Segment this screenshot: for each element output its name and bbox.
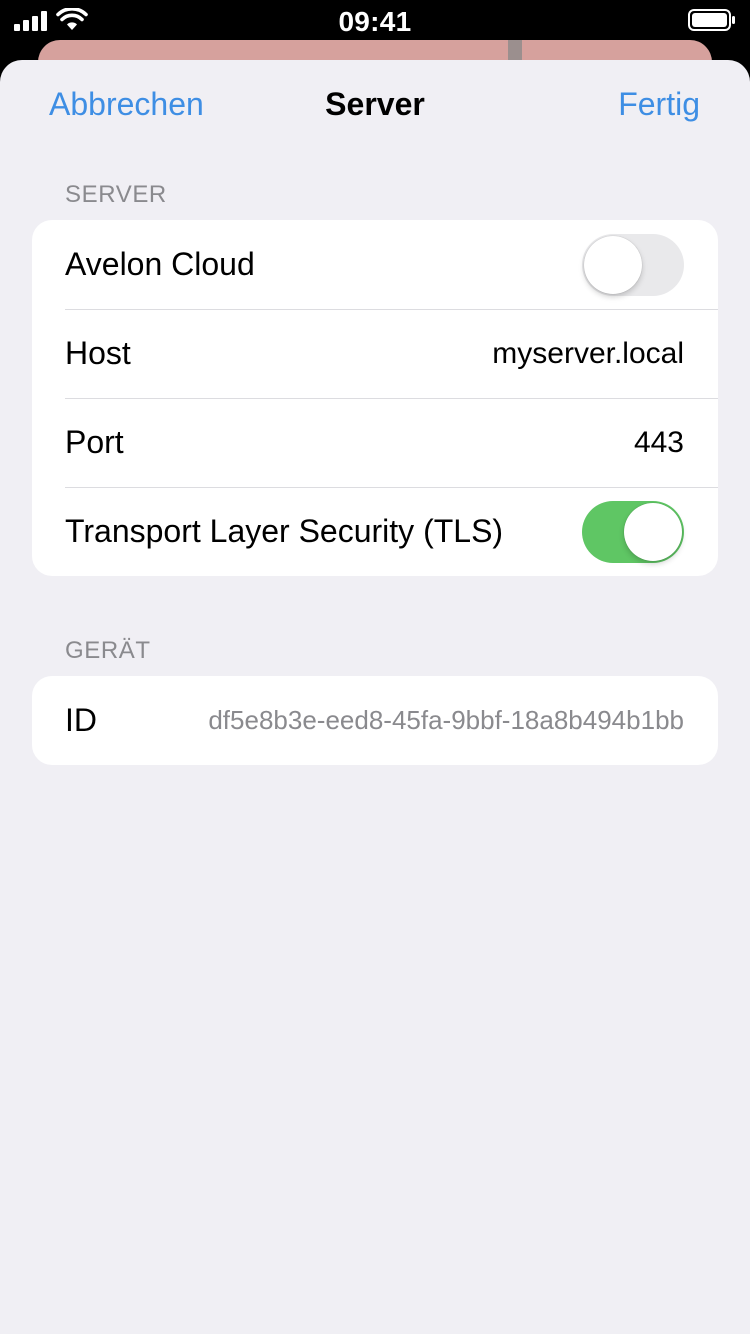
server-settings-group: Avelon Cloud Host myserver.local Port 44… xyxy=(32,220,718,576)
tls-label: Transport Layer Security (TLS) xyxy=(65,513,504,549)
section-header-server: SERVER xyxy=(65,181,167,208)
host-value[interactable]: myserver.local xyxy=(492,337,684,371)
status-bar: 09:41 xyxy=(0,0,750,40)
device-id-value: df5e8b3e-eed8-45fa-9bbf-18a8b494b1bb xyxy=(208,705,684,735)
avelon-cloud-label: Avelon Cloud xyxy=(65,246,255,282)
toggle-knob xyxy=(624,502,682,561)
toggle-knob xyxy=(584,235,642,294)
port-row[interactable]: Port 443 xyxy=(32,398,718,487)
navigation-bar: Abbrechen Server Fertig xyxy=(0,60,750,152)
host-row[interactable]: Host myserver.local xyxy=(32,309,718,398)
device-id-row: ID df5e8b3e-eed8-45fa-9bbf-18a8b494b1bb xyxy=(32,676,718,765)
server-settings-sheet: Abbrechen Server Fertig SERVER Avelon Cl… xyxy=(0,60,750,1334)
tls-toggle[interactable] xyxy=(582,500,684,563)
port-label: Port xyxy=(65,424,124,460)
avelon-cloud-row: Avelon Cloud xyxy=(32,220,718,309)
avelon-cloud-toggle[interactable] xyxy=(582,233,684,296)
host-label: Host xyxy=(65,335,131,371)
status-time: 09:41 xyxy=(338,6,412,37)
battery-icon xyxy=(688,9,735,31)
tls-row: Transport Layer Security (TLS) xyxy=(32,487,718,576)
done-button[interactable]: Fertig xyxy=(618,86,700,123)
device-id-label: ID xyxy=(65,702,97,738)
port-value[interactable]: 443 xyxy=(634,426,684,460)
screen: 09:41 Abbrechen Server Fertig SERVER Ave… xyxy=(0,0,750,1334)
section-header-device: GERÄT xyxy=(65,637,151,664)
device-settings-group: ID df5e8b3e-eed8-45fa-9bbf-18a8b494b1bb xyxy=(32,676,718,765)
